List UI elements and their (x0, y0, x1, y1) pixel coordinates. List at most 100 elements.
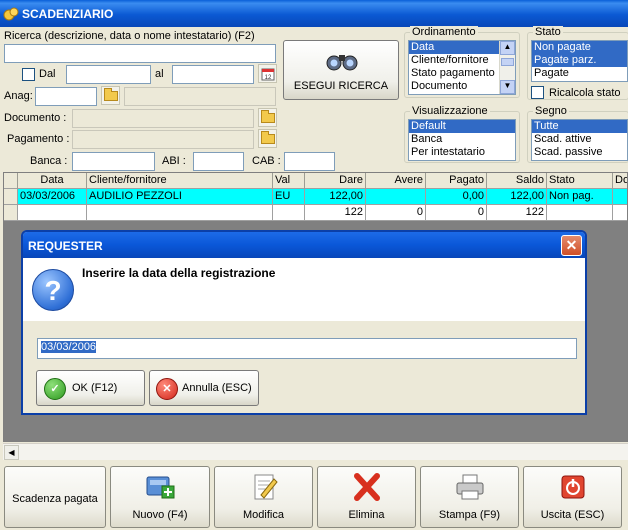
column-header[interactable]: Dare (305, 173, 366, 189)
column-header[interactable]: Do (613, 173, 627, 189)
column-header[interactable]: Avere (366, 173, 426, 189)
list-item[interactable]: Scad. attive (532, 133, 627, 146)
segno-title: Segno (533, 105, 569, 117)
column-header[interactable]: Cliente/fornitore (87, 173, 273, 189)
calendar-button[interactable]: 12 (258, 64, 277, 83)
cab-field[interactable] (284, 152, 335, 171)
nuovo-button[interactable]: Nuovo (F4) (110, 466, 210, 528)
column-header[interactable]: Val (273, 173, 305, 189)
documento-browse-button[interactable] (258, 108, 277, 127)
exit-icon (561, 475, 584, 499)
edit-icon (254, 474, 278, 500)
list-item[interactable]: Default (409, 120, 515, 133)
question-icon: ? (32, 269, 74, 311)
stato-title: Stato (533, 26, 563, 38)
elimina-label: Elimina (348, 509, 385, 521)
ordinamento-list[interactable]: Data Cliente/fornitore Stato pagamento D… (408, 40, 516, 95)
uscita-button[interactable]: Uscita (ESC) (523, 466, 622, 528)
table-cell: 122,00 (487, 189, 547, 205)
dialog-message: Inserire la data della registrazione (82, 266, 276, 280)
abi-field[interactable] (193, 152, 244, 171)
app-icon (3, 7, 19, 21)
date-input[interactable]: 03/03/2006 (37, 338, 577, 359)
table-cell (613, 189, 627, 205)
anag-name-field (124, 87, 276, 106)
scroll-left-icon[interactable]: ◀ (4, 445, 19, 460)
scroll-down-icon[interactable]: ▼ (500, 80, 515, 94)
column-header[interactable]: Saldo (487, 173, 547, 189)
list-item[interactable]: Scad. passive (532, 146, 627, 159)
column-header[interactable]: Stato (547, 173, 613, 189)
window-title: SCADENZIARIO (22, 7, 114, 21)
list-item[interactable]: Per intestatario (409, 146, 515, 159)
table-cell: 0 (366, 205, 426, 221)
table-cell: 0,00 (426, 189, 487, 205)
horizontal-scrollbar[interactable]: ◀ (3, 443, 628, 460)
list-item[interactable]: Pagate (532, 67, 627, 80)
ordinamento-scrollbar[interactable]: ▲ ▼ (499, 41, 515, 94)
ricalcola-checkbox[interactable] (531, 86, 544, 99)
table-cell (273, 205, 305, 221)
banca-field[interactable] (72, 152, 155, 171)
search-button[interactable]: ESEGUI RICERCA (283, 40, 399, 100)
folder-icon (103, 87, 118, 101)
modifica-button[interactable]: Modifica (214, 466, 313, 528)
table-row[interactable]: 03/03/2006 AUDILIO PEZZOLI EU 122,00 0,0… (4, 189, 627, 205)
dal-checkbox[interactable] (22, 68, 35, 81)
list-item[interactable]: Pagate parz. (532, 54, 627, 67)
column-header[interactable]: Data (18, 173, 87, 189)
stato-list[interactable]: Non pagate Pagate parz. Pagate (531, 40, 628, 82)
list-item[interactable]: Data (409, 41, 499, 54)
ricalcola-label: Ricalcola stato (549, 87, 621, 99)
dal-label: Dal (39, 68, 56, 80)
anag-browse-button[interactable] (101, 86, 120, 105)
check-icon: ✓ (44, 378, 66, 400)
list-item[interactable]: Non pagate (532, 41, 627, 54)
scroll-thumb[interactable] (501, 58, 514, 66)
cab-label: CAB : (252, 155, 281, 167)
list-item[interactable]: Banca (409, 133, 515, 146)
table-cell: EU (273, 189, 305, 205)
ok-button[interactable]: ✓ OK (F12) (36, 370, 145, 406)
cancel-button[interactable]: ✕ Annulla (ESC) (149, 370, 259, 406)
folder-icon (260, 130, 275, 144)
scadenza-pagata-label: Scadenza pagata (12, 493, 98, 505)
scroll-up-icon[interactable]: ▲ (500, 41, 515, 55)
cancel-button-label: Annulla (ESC) (182, 382, 252, 394)
documento-label: Documento : (4, 112, 67, 124)
list-item[interactable]: Tutte (532, 120, 627, 133)
table-cell (366, 189, 426, 205)
search-input[interactable] (4, 44, 276, 63)
segno-list[interactable]: Tutte Scad. attive Scad. passive (531, 119, 628, 161)
new-record-icon (146, 476, 175, 499)
scadenza-pagata-button[interactable]: Scadenza pagata (4, 466, 106, 528)
stampa-label: Stampa (F9) (438, 509, 501, 521)
modifica-label: Modifica (243, 509, 284, 521)
delete-icon (353, 473, 380, 501)
pagamento-browse-button[interactable] (258, 129, 277, 148)
banca-label: Banca : (30, 155, 68, 167)
date-from-field[interactable] (66, 65, 151, 84)
abi-label: ABI : (162, 155, 186, 167)
close-icon[interactable]: ✕ (561, 235, 582, 256)
date-to-field[interactable] (172, 65, 254, 84)
ordinamento-title: Ordinamento (410, 26, 478, 38)
totals-row: 122 0 0 122 (4, 205, 627, 221)
table-cell (18, 205, 87, 221)
column-header[interactable]: Pagato (426, 173, 487, 189)
anag-code-field[interactable] (35, 87, 97, 106)
dialog-title-bar: REQUESTER ✕ (23, 232, 585, 258)
visualizzazione-list[interactable]: Default Banca Per intestatario (408, 119, 516, 161)
pagamento-label: Pagamento : (7, 133, 70, 145)
row-indicator (4, 189, 18, 205)
anag-label: Anag: (4, 90, 33, 102)
uscita-label: Uscita (ESC) (540, 509, 605, 521)
elimina-button[interactable]: Elimina (317, 466, 416, 528)
stampa-button[interactable]: Stampa (F9) (420, 466, 519, 528)
ok-button-label: OK (F12) (72, 382, 118, 394)
row-indicator (4, 205, 18, 221)
table-cell (613, 205, 627, 221)
row-indicator-header (4, 173, 18, 189)
svg-text:12: 12 (264, 75, 271, 81)
title-bar: SCADENZIARIO (0, 0, 628, 27)
